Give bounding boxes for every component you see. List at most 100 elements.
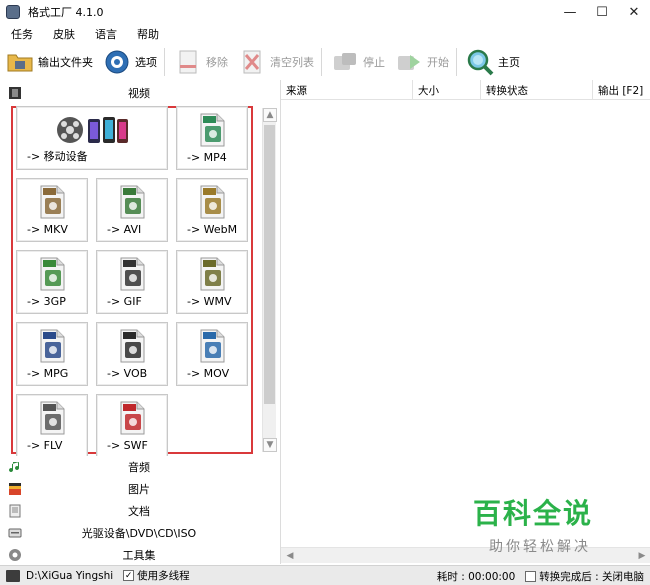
home-magnifier-icon <box>466 48 494 76</box>
mobile-device-icon <box>54 112 130 148</box>
stop-icon <box>331 48 359 76</box>
category-document[interactable]: 文档 <box>0 500 278 522</box>
tile-label: -> FLV <box>27 439 63 452</box>
disc-drive-icon <box>7 525 23 541</box>
vertical-scrollbar[interactable]: ▲ ▼ <box>262 108 277 452</box>
tile-label: -> GIF <box>107 295 142 308</box>
column-source[interactable]: 来源 <box>281 80 413 100</box>
stop-button[interactable]: 停止 <box>325 45 389 79</box>
music-note-icon <box>7 459 23 475</box>
after-convert-checkbox[interactable] <box>525 570 537 582</box>
clear-icon <box>238 48 266 76</box>
category-optical[interactable]: 光驱设备\DVD\CD\ISO <box>0 522 278 544</box>
flv-file-icon <box>34 400 70 436</box>
swf-file-icon <box>114 400 150 436</box>
tile-mpg[interactable]: -> MPG <box>16 322 88 386</box>
video-format-grid: -> 移动设备 -> MP4 -> MKV -> AVI -> WebM -> 3GP -… <box>0 104 278 458</box>
output-folder-icon[interactable] <box>6 569 20 582</box>
tile-wmv[interactable]: -> WMV <box>176 250 248 314</box>
title-bar: 格式工厂 4.1.0 — ☐ ✕ <box>0 0 650 24</box>
tile-swf[interactable]: -> SWF <box>96 394 168 458</box>
options-button[interactable]: 选项 <box>97 45 161 79</box>
remove-icon <box>174 48 202 76</box>
scroll-up-arrow-icon[interactable]: ▲ <box>263 108 277 122</box>
tile-label: -> 3GP <box>27 295 66 308</box>
toolbar-separator <box>164 48 165 76</box>
tile-mov[interactable]: -> MOV <box>176 322 248 386</box>
minimize-button[interactable]: — <box>554 0 586 24</box>
image-icon <box>7 481 23 497</box>
status-right: 耗时 : 00:00:00 转换完成后 : 关闭电脑 <box>434 566 644 585</box>
mov-file-icon <box>194 328 230 364</box>
menu-skin[interactable]: 皮肤 <box>42 26 84 42</box>
multithread-checkbox[interactable]: ✓ <box>123 570 135 581</box>
toolbar-separator <box>321 48 322 76</box>
tile-mp4[interactable]: -> MP4 <box>176 106 248 170</box>
mp4-file-icon <box>194 112 230 148</box>
tile-avi[interactable]: -> AVI <box>96 178 168 242</box>
output-folder-button[interactable]: 输出文件夹 <box>0 45 97 79</box>
menu-help[interactable]: 帮助 <box>126 26 168 42</box>
tile-vob[interactable]: -> VOB <box>96 322 168 386</box>
toolbar-separator <box>456 48 457 76</box>
tile-3gp[interactable]: -> 3GP <box>16 250 88 314</box>
options-icon <box>103 48 131 76</box>
watermark-subtitle: 助你轻松解决 <box>489 539 591 555</box>
window-controls: — ☐ ✕ <box>554 0 650 24</box>
column-output[interactable]: 输出 [F2] <box>593 80 650 100</box>
maximize-button[interactable]: ☐ <box>586 0 618 24</box>
tile-label: -> SWF <box>107 439 148 452</box>
output-path[interactable]: D:\XiGua Yingshi <box>26 570 113 582</box>
category-tools[interactable]: 工具集 <box>0 544 278 566</box>
gif-file-icon <box>114 256 150 292</box>
multithread-label: 使用多线程 <box>137 570 190 582</box>
tile-label: -> AVI <box>107 223 142 236</box>
film-icon <box>7 85 23 101</box>
menu-task[interactable]: 任务 <box>0 26 42 42</box>
tile-label: -> MKV <box>27 223 68 236</box>
tile-label: -> MPG <box>27 367 69 380</box>
mpg-file-icon <box>34 328 70 364</box>
close-button[interactable]: ✕ <box>618 0 650 24</box>
watermark: 百科全说 助你轻松解决 <box>473 492 613 555</box>
column-size[interactable]: 大小 <box>413 80 481 100</box>
tile-webm[interactable]: -> WebM <box>176 178 248 242</box>
after-convert-label: 转换完成后 : 关闭电脑 <box>539 570 644 583</box>
menu-language[interactable]: 语言 <box>84 26 126 42</box>
avi-file-icon <box>114 184 150 220</box>
tile-mobile-device[interactable]: -> 移动设备 <box>16 106 168 170</box>
status-bar: D:\XiGua Yingshi ✓ 使用多线程 耗时 : 00:00:00 转… <box>0 565 650 585</box>
app-icon <box>6 5 20 19</box>
category-video[interactable]: 视频 <box>0 82 278 104</box>
wmv-file-icon <box>194 256 230 292</box>
toolbar: 输出文件夹 选项 移除 清空列表 停止 开始 主页 <box>0 44 650 80</box>
tile-label: -> MOV <box>187 367 230 380</box>
tools-icon <box>7 547 23 563</box>
home-button[interactable]: 主页 <box>460 45 524 79</box>
category-image[interactable]: 图片 <box>0 478 278 500</box>
scroll-right-arrow-icon[interactable]: ▶ <box>635 549 649 563</box>
scroll-down-arrow-icon[interactable]: ▼ <box>263 438 277 452</box>
category-audio[interactable]: 音频 <box>0 456 278 478</box>
task-table-header: 来源 大小 转换状态 输出 [F2] <box>281 80 650 100</box>
tile-label: -> VOB <box>107 367 148 380</box>
column-status[interactable]: 转换状态 <box>481 80 593 100</box>
folder-icon <box>6 48 34 76</box>
tile-mkv[interactable]: -> MKV <box>16 178 88 242</box>
scroll-thumb[interactable] <box>264 125 275 404</box>
remove-button[interactable]: 移除 <box>168 45 232 79</box>
start-button[interactable]: 开始 <box>389 45 453 79</box>
mkv-file-icon <box>34 184 70 220</box>
tile-flv[interactable]: -> FLV <box>16 394 88 458</box>
document-icon <box>7 503 23 519</box>
window-title: 格式工厂 4.1.0 <box>28 6 104 19</box>
webm-file-icon <box>194 184 230 220</box>
scroll-left-arrow-icon[interactable]: ◀ <box>283 549 297 563</box>
tile-label: -> WebM <box>187 223 238 236</box>
tile-label: -> WMV <box>187 295 232 308</box>
clear-list-button[interactable]: 清空列表 <box>232 45 318 79</box>
elapsed-time: 耗时 : 00:00:00 <box>436 570 516 583</box>
3gp-file-icon <box>34 256 70 292</box>
vob-file-icon <box>114 328 150 364</box>
tile-gif[interactable]: -> GIF <box>96 250 168 314</box>
